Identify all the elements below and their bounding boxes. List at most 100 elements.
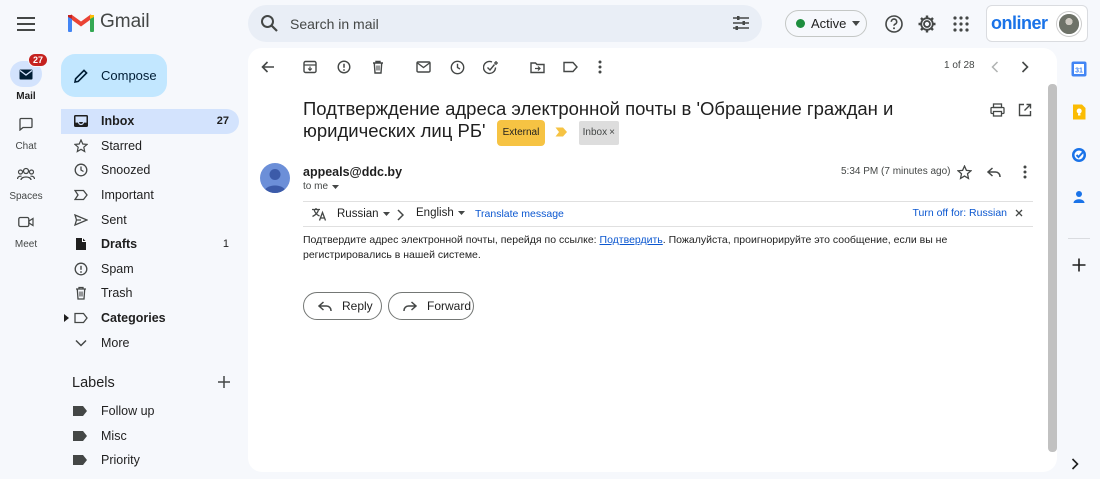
gmail-icon — [68, 14, 94, 32]
reply-button[interactable]: Reply — [303, 292, 382, 320]
archive-icon — [303, 60, 317, 74]
keep-app-button[interactable] — [1071, 104, 1087, 120]
reply-icon — [987, 166, 1001, 177]
recipient-details[interactable]: to me — [303, 181, 340, 192]
sender-address[interactable]: appeals@ddc.by — [303, 165, 402, 179]
back-button[interactable] — [258, 57, 278, 77]
nav-label: Spam — [101, 261, 134, 276]
expand-caret-icon[interactable] — [64, 313, 69, 322]
nav-item-sent[interactable]: Sent — [61, 207, 239, 232]
message-more-button[interactable] — [1015, 162, 1035, 182]
clock-icon — [74, 164, 88, 177]
label-icon — [74, 312, 88, 324]
external-badge: External — [496, 120, 546, 146]
recipient-text: to me — [303, 181, 329, 192]
body-text-start: Подтвердите адрес электронной почты, пер… — [303, 234, 600, 246]
pagination-text: 1 of 28 — [944, 60, 975, 71]
gmail-logo[interactable]: Gmail — [68, 11, 150, 33]
trash-icon — [76, 287, 86, 301]
apps-grid-icon — [953, 16, 969, 32]
delete-button[interactable] — [368, 57, 388, 77]
open-new-window-button[interactable] — [1015, 100, 1035, 120]
nav-item-important[interactable]: Important — [61, 183, 239, 208]
archive-button[interactable] — [300, 57, 320, 77]
account-brand-logo: onliner — [991, 13, 1048, 33]
important-marker-icon[interactable] — [555, 127, 568, 137]
confirm-link[interactable]: Подтвердить — [600, 234, 663, 246]
label-name: Misc — [101, 428, 127, 443]
source-language-select[interactable]: Russian — [311, 207, 390, 221]
move-to-button[interactable] — [527, 57, 547, 77]
important-icon — [74, 189, 88, 201]
add-to-tasks-button[interactable] — [481, 57, 501, 77]
newer-button[interactable] — [985, 57, 1005, 77]
forward-icon — [403, 300, 417, 311]
search-options-icon[interactable] — [732, 14, 750, 32]
nav-item-drafts[interactable]: Drafts 1 — [61, 232, 239, 257]
caret-down-icon — [457, 211, 465, 215]
print-icon — [989, 103, 1005, 117]
labels-list: Follow up Misc Priority — [61, 399, 239, 473]
reply-icon-button[interactable] — [984, 162, 1004, 182]
nav-item-categories[interactable]: Categories — [61, 306, 239, 331]
gear-icon — [918, 15, 936, 33]
turn-off-translation-link[interactable]: Turn off for: Russian — [912, 207, 1007, 219]
rail-spaces[interactable]: Spaces — [0, 161, 52, 202]
print-button[interactable] — [987, 100, 1007, 120]
translate-icon — [312, 208, 327, 221]
account-switcher[interactable]: onliner — [986, 5, 1088, 42]
nav-item-more[interactable]: More — [61, 330, 239, 355]
nav-item-inbox[interactable]: Inbox 27 — [61, 109, 239, 134]
remove-label-icon[interactable]: × — [609, 127, 615, 138]
reply-label: Reply — [342, 299, 373, 313]
star-button[interactable] — [954, 162, 974, 182]
tasks-app-button[interactable] — [1071, 147, 1087, 163]
forward-button[interactable]: Forward — [388, 292, 474, 320]
label-item-misc[interactable]: Misc — [61, 424, 239, 449]
label-item-priority[interactable]: Priority — [61, 448, 239, 473]
rail-meet[interactable]: Meet — [0, 209, 52, 250]
search-input[interactable] — [290, 5, 710, 42]
labels-button[interactable] — [560, 57, 580, 77]
report-spam-button[interactable] — [334, 57, 354, 77]
nav-label: Sent — [101, 212, 127, 227]
translate-message-link[interactable]: Translate message — [475, 208, 564, 220]
get-addons-button[interactable] — [1071, 257, 1087, 273]
labels-header: Labels — [72, 375, 115, 391]
nav-item-snoozed[interactable]: Snoozed — [61, 158, 239, 183]
main-menu-button[interactable] — [12, 10, 40, 38]
nav-label: Starred — [101, 138, 142, 153]
more-options-button[interactable] — [590, 57, 610, 77]
rail-meet-label: Meet — [14, 239, 38, 250]
spam-icon — [74, 262, 88, 276]
compose-button[interactable]: Compose — [61, 54, 167, 97]
contacts-app-button[interactable] — [1071, 189, 1087, 205]
search-icon[interactable] — [260, 14, 279, 33]
older-button[interactable] — [1015, 57, 1035, 77]
nav-item-starred[interactable]: Starred — [61, 134, 239, 159]
nav-item-trash[interactable]: Trash — [61, 281, 239, 306]
support-button[interactable] — [882, 12, 906, 36]
nav-item-spam[interactable]: Spam — [61, 257, 239, 282]
label-name: Priority — [101, 453, 140, 468]
calendar-app-button[interactable]: 31 — [1071, 61, 1087, 77]
scrollbar[interactable] — [1048, 84, 1057, 452]
snooze-button[interactable] — [447, 57, 467, 77]
compose-label: Compose — [101, 68, 157, 83]
more-vert-icon — [1023, 165, 1027, 179]
sender-avatar[interactable] — [260, 163, 290, 193]
label-item-follow-up[interactable]: Follow up — [61, 399, 239, 424]
close-icon[interactable] — [1015, 209, 1023, 217]
settings-button[interactable] — [915, 12, 939, 36]
rail-mail[interactable]: 27 Mail — [0, 53, 52, 102]
create-label-button[interactable] — [216, 374, 232, 390]
apps-button[interactable] — [949, 12, 973, 36]
more-vert-icon — [598, 60, 602, 74]
tasks-icon — [1072, 148, 1086, 162]
rail-chat[interactable]: Chat — [0, 111, 52, 152]
mark-unread-button[interactable] — [413, 57, 433, 77]
person-icon — [264, 169, 286, 193]
target-language-select[interactable]: English — [416, 207, 465, 219]
hide-side-panel-button[interactable] — [1071, 458, 1087, 474]
status-selector[interactable]: Active — [785, 10, 867, 37]
